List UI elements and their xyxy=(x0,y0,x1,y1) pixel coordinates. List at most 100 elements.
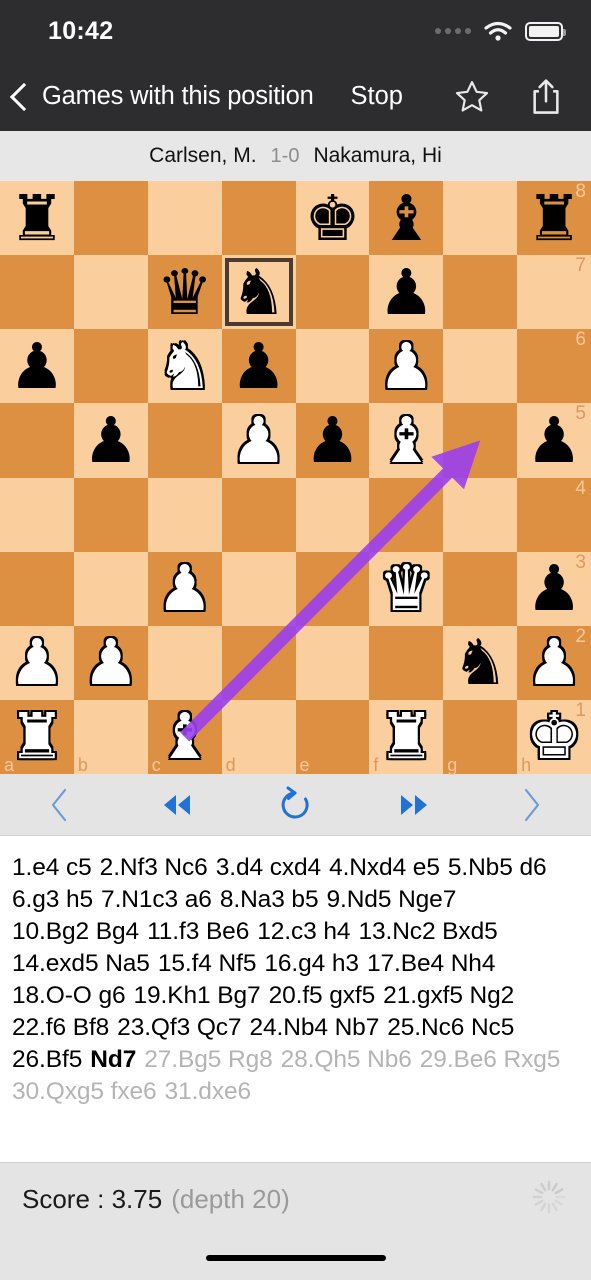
piece-black-knight[interactable]: ♞ xyxy=(230,261,286,324)
move-item[interactable]: 23.Qf3 Qc7 xyxy=(117,1014,241,1041)
board-square-b6[interactable] xyxy=(73,329,148,404)
board-square-f8[interactable]: ♝ xyxy=(369,181,444,256)
piece-white-pawn[interactable]: ♟ xyxy=(9,631,65,694)
board-square-d1[interactable]: d xyxy=(221,699,296,775)
piece-white-pawn[interactable]: ♟ xyxy=(156,557,212,620)
move-item[interactable]: 15.f4 Nf5 xyxy=(158,950,257,977)
board-square-h8[interactable]: 8 ♜ xyxy=(517,181,591,256)
board-square-e1[interactable]: e xyxy=(295,699,370,775)
board-square-h5[interactable]: 5 ♟ xyxy=(517,403,591,478)
board-square-g7[interactable] xyxy=(443,255,518,330)
piece-black-pawn[interactable]: ♟ xyxy=(526,409,582,472)
board-square-a2[interactable]: ♟ xyxy=(0,625,74,700)
move-item[interactable]: 5.Nb5 d6 xyxy=(448,854,547,881)
move-item[interactable]: 16.g4 h3 xyxy=(264,950,359,977)
board-square-a8[interactable]: ♜ xyxy=(0,181,74,256)
board-square-e4[interactable] xyxy=(295,477,370,552)
board-square-f5[interactable]: ♝ xyxy=(369,403,444,478)
board-square-e8[interactable]: ♚ xyxy=(295,181,370,256)
move-item[interactable]: 6.g3 h5 xyxy=(12,886,93,913)
move-item[interactable]: 1.e4 c5 xyxy=(12,854,92,881)
previous-move-button[interactable] xyxy=(23,778,95,832)
piece-black-pawn[interactable]: ♟ xyxy=(9,335,65,398)
board-square-c1[interactable]: c ♝ xyxy=(147,699,222,775)
move-item[interactable]: 12.c3 h4 xyxy=(257,918,350,945)
board-square-a5[interactable] xyxy=(0,403,74,478)
board-square-g5[interactable] xyxy=(443,403,518,478)
move-item[interactable]: 18.O-O g6 xyxy=(12,982,126,1009)
piece-black-pawn[interactable]: ♟ xyxy=(526,557,582,620)
move-item[interactable]: 13.Nc2 Bxd5 xyxy=(358,918,497,945)
move-item-future[interactable]: 29.Be6 Rxg5 xyxy=(420,1046,561,1073)
move-item[interactable]: 17.Be4 Nh4 xyxy=(367,950,496,977)
back-button[interactable]: Games with this position xyxy=(9,82,314,111)
move-item-future[interactable]: 28.Qh5 Nb6 xyxy=(281,1046,412,1073)
board-square-f7[interactable]: ♟ xyxy=(369,255,444,330)
board-square-a6[interactable]: ♟ xyxy=(0,329,74,404)
board-square-a3[interactable] xyxy=(0,551,74,626)
board-square-b5[interactable]: ♟ xyxy=(73,403,148,478)
piece-white-knight[interactable]: ♞ xyxy=(156,335,212,398)
board-square-h2[interactable]: 2 ♟ xyxy=(517,625,591,700)
piece-white-pawn[interactable]: ♟ xyxy=(83,631,139,694)
board-square-e2[interactable] xyxy=(295,625,370,700)
board-square-e5[interactable]: ♟ xyxy=(295,403,370,478)
board-square-h3[interactable]: 3 ♟ xyxy=(517,551,591,626)
piece-black-rook[interactable]: ♜ xyxy=(526,187,582,250)
move-item[interactable]: 22.f6 Bf8 xyxy=(12,1014,109,1041)
board-square-h7[interactable]: 7 xyxy=(517,255,591,330)
piece-black-pawn[interactable]: ♟ xyxy=(83,409,139,472)
board-square-g3[interactable] xyxy=(443,551,518,626)
move-item-future[interactable]: 30.Qxg5 fxe6 xyxy=(12,1078,157,1105)
move-item[interactable]: 21.gxf5 Ng2 xyxy=(383,982,514,1009)
rewind-button[interactable] xyxy=(141,778,213,832)
piece-black-king[interactable]: ♚ xyxy=(304,187,360,250)
favorite-button[interactable] xyxy=(449,74,495,120)
board-square-e7[interactable] xyxy=(295,255,370,330)
move-item[interactable]: 19.Kh1 Bg7 xyxy=(134,982,261,1009)
move-item-current[interactable]: Nd7 xyxy=(90,1046,136,1073)
piece-white-rook[interactable]: ♜ xyxy=(9,705,65,768)
reset-button[interactable] xyxy=(259,778,331,832)
board-square-f3[interactable]: ♛ xyxy=(369,551,444,626)
fast-forward-button[interactable] xyxy=(378,778,450,832)
board-square-d5[interactable]: ♟ xyxy=(221,403,296,478)
board-square-d2[interactable] xyxy=(221,625,296,700)
board-square-e6[interactable] xyxy=(295,329,370,404)
board-square-c7[interactable]: ♛ xyxy=(147,255,222,330)
board-square-f2[interactable] xyxy=(369,625,444,700)
share-button[interactable] xyxy=(523,74,569,120)
move-item[interactable]: 4.Nxd4 e5 xyxy=(329,854,440,881)
board-square-d4[interactable] xyxy=(221,477,296,552)
board-square-g8[interactable] xyxy=(443,181,518,256)
board-square-a7[interactable] xyxy=(0,255,74,330)
move-item[interactable]: 11.f3 Be6 xyxy=(147,918,249,945)
piece-white-bishop[interactable]: ♝ xyxy=(156,705,212,768)
piece-black-queen[interactable]: ♛ xyxy=(156,261,212,324)
piece-white-queen[interactable]: ♛ xyxy=(378,557,434,620)
board-square-b8[interactable] xyxy=(73,181,148,256)
board-square-f4[interactable] xyxy=(369,477,444,552)
move-item[interactable]: 9.Nd5 Nge7 xyxy=(326,886,456,913)
board-square-c6[interactable]: ♞ xyxy=(147,329,222,404)
board-square-h4[interactable]: 4 xyxy=(517,477,591,552)
piece-white-pawn[interactable]: ♟ xyxy=(378,335,434,398)
piece-white-bishop[interactable]: ♝ xyxy=(378,409,434,472)
stop-button[interactable]: Stop xyxy=(351,82,403,111)
board-square-a4[interactable] xyxy=(0,477,74,552)
board-square-h1[interactable]: 1 h ♚ xyxy=(517,699,591,775)
board-square-h6[interactable]: 6 xyxy=(517,329,591,404)
move-item[interactable]: 26.Bf5 xyxy=(12,1046,82,1073)
piece-black-pawn[interactable]: ♟ xyxy=(304,409,360,472)
piece-white-pawn[interactable]: ♟ xyxy=(526,631,582,694)
board-square-g6[interactable] xyxy=(443,329,518,404)
piece-black-knight[interactable]: ♞ xyxy=(452,631,508,694)
piece-white-rook[interactable]: ♜ xyxy=(378,705,434,768)
board-square-a1[interactable]: a ♜ xyxy=(0,699,74,775)
board-square-b1[interactable]: b xyxy=(73,699,148,775)
board-square-d7[interactable]: ♞ xyxy=(221,255,296,330)
move-item[interactable]: 8.Na3 b5 xyxy=(220,886,319,913)
board-square-b3[interactable] xyxy=(73,551,148,626)
piece-black-rook[interactable]: ♜ xyxy=(9,187,65,250)
chess-board[interactable]: ♜ ♚ ♝ 8 ♜ ♛ ♞ ♟ 7 ♟ ♞ ♟ ♟ 6 ♟ ♟ ♟ ♝ 5 ♟ 4 ♟ ♛ 3 ♟ ♟ ♟ ♞ 2 ♟ a ♜ b c ♝ d e f ♜ g… xyxy=(0,181,591,775)
